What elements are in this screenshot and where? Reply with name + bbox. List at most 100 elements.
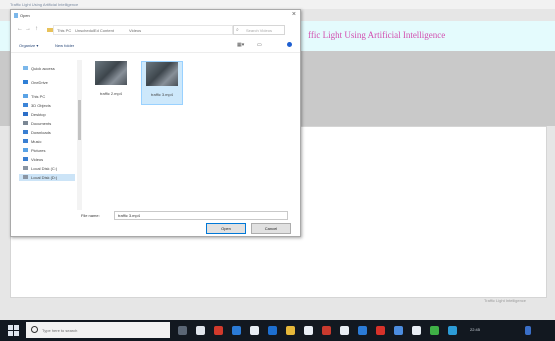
pinned-app-icon[interactable] bbox=[196, 326, 205, 335]
nav-item-music[interactable]: Music bbox=[19, 138, 75, 145]
system-clock[interactable]: 22:45 bbox=[470, 327, 480, 332]
pinned-app-icon[interactable] bbox=[250, 326, 259, 335]
drive-icon bbox=[23, 175, 28, 179]
app-title-bar: Traffic Light Using Artificial Intellige… bbox=[0, 0, 555, 9]
videos-icon bbox=[23, 157, 28, 161]
documents-icon bbox=[23, 121, 28, 125]
search-placeholder: Search Videos bbox=[246, 28, 272, 33]
search-icon bbox=[31, 326, 38, 333]
view-options-icon[interactable]: ▦▾ bbox=[237, 42, 244, 48]
pinned-app-icon[interactable] bbox=[394, 326, 403, 335]
nav-item-label: OneDrive bbox=[31, 80, 48, 85]
nav-item-label: Music bbox=[31, 139, 42, 144]
nav-item-quick-access[interactable]: Quick access bbox=[19, 65, 75, 72]
nav-pane-scrollbar[interactable] bbox=[77, 60, 82, 210]
video-thumbnail-icon bbox=[95, 61, 127, 85]
pictures-icon bbox=[23, 148, 28, 152]
pinned-app-icon[interactable] bbox=[430, 326, 439, 335]
app-window-title: Traffic Light Using Artificial Intellige… bbox=[10, 2, 79, 7]
windows-start-icon[interactable] bbox=[8, 325, 19, 336]
pinned-app-icon[interactable] bbox=[358, 326, 367, 335]
file-explorer-icon[interactable] bbox=[286, 326, 295, 335]
open-file-dialog: Open × ← → ↑ This PC UnschedulEd Content… bbox=[10, 9, 301, 237]
notifications-icon[interactable] bbox=[525, 326, 531, 335]
video-thumbnail-icon bbox=[146, 62, 178, 86]
taskbar-search-box[interactable]: Type here to search bbox=[26, 322, 170, 338]
computer-icon bbox=[23, 94, 28, 98]
pinned-app-icon[interactable] bbox=[412, 326, 421, 335]
new-folder-button[interactable]: New folder bbox=[55, 43, 74, 48]
pinned-app-icon[interactable] bbox=[340, 326, 349, 335]
forward-arrow-icon[interactable]: → bbox=[25, 26, 31, 32]
open-button-label: Open bbox=[221, 226, 231, 231]
pinned-app-icon[interactable] bbox=[214, 326, 223, 335]
cancel-button-label: Cancel bbox=[264, 226, 278, 231]
help-icon[interactable] bbox=[287, 42, 292, 47]
dialog-title-bar[interactable]: Open × bbox=[11, 10, 300, 22]
folder-icon bbox=[47, 28, 53, 32]
nav-item-label: Documents bbox=[31, 121, 52, 126]
search-input[interactable]: ⌕ Search Videos bbox=[233, 25, 285, 35]
file-name-label: traffic 3.mp4 bbox=[151, 92, 173, 97]
file-name-value: traffic 3.mp4 bbox=[118, 213, 140, 218]
file-name-row: File name: traffic 3.mp4 bbox=[11, 210, 300, 220]
breadcrumb-content[interactable]: UnschedulEd Content bbox=[75, 28, 114, 33]
breadcrumb-this-pc[interactable]: This PC bbox=[57, 28, 71, 33]
task-view-icon[interactable] bbox=[178, 326, 187, 335]
scrollbar-thumb[interactable] bbox=[78, 100, 81, 140]
nav-item-local-disk-d[interactable]: Local Disk (D:) bbox=[19, 174, 75, 181]
dialog-toolbar: Organize ▾ New folder ▦▾ ▭ bbox=[11, 40, 300, 53]
cancel-button[interactable]: Cancel bbox=[251, 223, 291, 234]
pinned-app-icon[interactable] bbox=[232, 326, 241, 335]
breadcrumb-videos[interactable]: Videos bbox=[129, 28, 141, 33]
nav-item-label: Local Disk (D:) bbox=[31, 175, 58, 180]
pinned-app-icon[interactable] bbox=[304, 326, 313, 335]
nav-item-label: Quick access bbox=[31, 66, 55, 71]
organize-button[interactable]: Organize ▾ bbox=[19, 43, 38, 48]
file-name-input[interactable]: traffic 3.mp4 bbox=[114, 211, 288, 220]
cube-icon bbox=[23, 103, 28, 107]
search-icon: ⌕ bbox=[236, 27, 239, 33]
address-bar-row: ← → ↑ This PC UnschedulEd Content Videos… bbox=[11, 23, 300, 36]
nav-item-downloads[interactable]: Downloads bbox=[19, 129, 75, 136]
close-icon[interactable]: × bbox=[292, 11, 296, 18]
nav-item-desktop[interactable]: Desktop bbox=[19, 111, 75, 118]
preview-pane-icon[interactable]: ▭ bbox=[257, 42, 262, 48]
file-item-selected[interactable]: traffic 3.mp4 bbox=[141, 61, 183, 105]
nav-item-label: Downloads bbox=[31, 130, 51, 135]
file-item[interactable]: traffic 2.mp4 bbox=[91, 61, 131, 103]
file-name-label: traffic 2.mp4 bbox=[100, 91, 122, 96]
navigation-pane: Quick access OneDrive This PC 3D Objects… bbox=[19, 65, 75, 205]
nav-item-label: This PC bbox=[31, 94, 46, 99]
nav-item-label: 3D Objects bbox=[31, 103, 51, 108]
cloud-icon bbox=[23, 80, 28, 84]
nav-item-label: Desktop bbox=[31, 112, 46, 117]
nav-item-local-disk-c[interactable]: Local Disk (C:) bbox=[19, 165, 75, 172]
pinned-app-icon[interactable] bbox=[322, 326, 331, 335]
nav-item-onedrive[interactable]: OneDrive bbox=[19, 79, 75, 86]
desktop-icon bbox=[23, 112, 28, 116]
up-arrow-icon[interactable]: ↑ bbox=[35, 26, 38, 32]
file-name-field-label: File name: bbox=[81, 213, 100, 218]
nav-item-this-pc[interactable]: This PC bbox=[19, 93, 75, 100]
open-button[interactable]: Open bbox=[206, 223, 246, 234]
nav-item-3d-objects[interactable]: 3D Objects bbox=[19, 102, 75, 109]
taskbar: Type here to search 22:45 bbox=[0, 320, 555, 341]
star-icon bbox=[23, 66, 28, 70]
pinned-app-icon[interactable] bbox=[448, 326, 457, 335]
back-arrow-icon[interactable]: ← bbox=[17, 26, 23, 32]
pinned-app-icon[interactable] bbox=[376, 326, 385, 335]
drive-icon bbox=[23, 166, 28, 170]
dialog-app-icon bbox=[14, 13, 18, 18]
app-status-text: Traffic Light Intelligence bbox=[484, 298, 527, 303]
app-banner-title: ffic Light Using Artificial Intelligence bbox=[308, 30, 446, 40]
nav-item-videos[interactable]: Videos bbox=[19, 156, 75, 163]
pinned-app-icon[interactable] bbox=[268, 326, 277, 335]
dialog-title: Open bbox=[20, 13, 30, 18]
nav-item-label: Pictures bbox=[31, 148, 46, 153]
nav-item-documents[interactable]: Documents bbox=[19, 120, 75, 127]
nav-item-pictures[interactable]: Pictures bbox=[19, 147, 75, 154]
taskbar-search-placeholder: Type here to search bbox=[42, 328, 78, 333]
nav-item-label: Local Disk (C:) bbox=[31, 166, 58, 171]
music-icon bbox=[23, 139, 28, 143]
